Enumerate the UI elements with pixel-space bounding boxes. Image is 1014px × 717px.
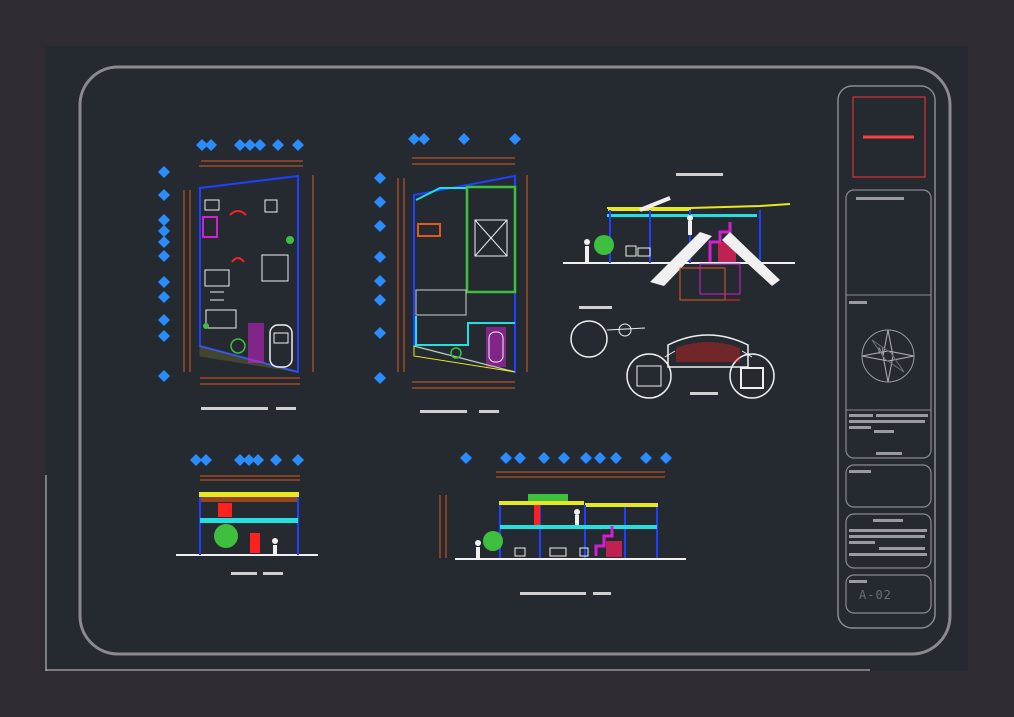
cad-drawing-canvas[interactable]: N A-02 [0,0,1014,717]
tree-icon [214,524,238,548]
svg-text:N: N [878,347,883,357]
sheet-number: A-02 [859,588,892,602]
tree-icon [483,531,503,551]
tree-icon [594,235,614,255]
